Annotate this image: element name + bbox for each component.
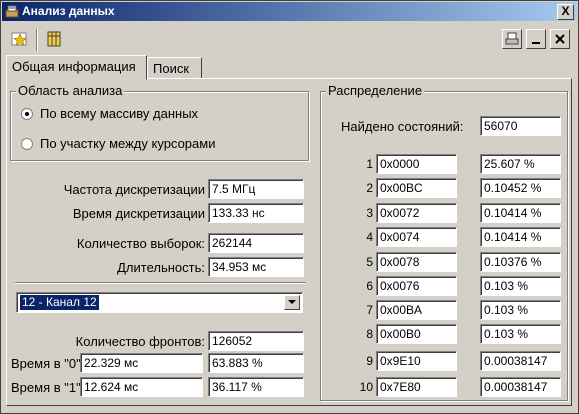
radio-between-cursors[interactable] — [21, 138, 33, 150]
title-bar[interactable]: Анализ данных X — [2, 2, 577, 21]
toolbar-separator — [36, 29, 38, 51]
window-title: Анализ данных — [22, 4, 115, 18]
row-number: 5 — [366, 255, 373, 269]
duration-field[interactable]: 34.953 мс — [208, 257, 304, 277]
row-number: 1 — [366, 157, 373, 171]
star-icon[interactable] — [10, 29, 30, 49]
time1-label: Время в "1": — [11, 380, 85, 395]
row-number: 8 — [366, 327, 373, 341]
percent-field[interactable]: 0.00038147 — [480, 351, 561, 371]
percent-field[interactable]: 25.607 % — [480, 154, 561, 174]
close-icon: X — [561, 4, 570, 18]
app-icon — [5, 5, 19, 18]
state-field[interactable]: 0x00BC — [376, 178, 457, 198]
radio-label: По всему массиву данных — [40, 106, 199, 121]
percent-field[interactable]: 0.00038147 — [480, 377, 561, 397]
sample-count-field[interactable]: 262144 — [208, 233, 304, 253]
row-number: 6 — [366, 279, 373, 293]
state-field[interactable]: 0x7E80 — [376, 377, 457, 397]
minimize-button[interactable] — [526, 29, 546, 49]
printer-icon — [505, 32, 519, 45]
row-number: 4 — [366, 230, 373, 244]
sampling-rate-field[interactable]: 7.5 МГц — [208, 179, 304, 199]
minimize-icon — [532, 42, 540, 44]
percent-field[interactable]: 0.10414 % — [480, 203, 561, 223]
radio-label: По участку между курсорами — [40, 136, 216, 151]
grid-icon[interactable] — [44, 29, 64, 49]
time0-pct-field[interactable]: 63.883 % — [208, 353, 304, 373]
state-field[interactable]: 0x00BA — [376, 300, 457, 320]
percent-field[interactable]: 0.10414 % — [480, 227, 561, 247]
time1-field[interactable]: 12.624 мс — [80, 377, 203, 397]
toolbar — [2, 24, 577, 54]
sampling-time-label: Время дискретизации — [72, 206, 205, 221]
channel-selected-value: 12 - Канал 12 — [20, 295, 99, 310]
row-number: 3 — [366, 206, 373, 220]
time0-label: Время в "0": — [11, 356, 85, 371]
duration-label: Длительность: — [117, 260, 205, 275]
state-field[interactable]: 0x0000 — [376, 154, 457, 174]
state-field[interactable]: 0x0076 — [376, 276, 457, 296]
sampling-rate-label: Частота дискретизации — [63, 182, 205, 197]
percent-field[interactable]: 0.103 % — [480, 276, 561, 296]
group-label: Распределение — [326, 83, 425, 98]
row-number: 10 — [359, 380, 373, 394]
radio-dot — [25, 112, 29, 116]
state-field[interactable]: 0x00B0 — [376, 324, 457, 344]
close-panel-button[interactable] — [550, 29, 570, 49]
radio-whole-array[interactable] — [21, 108, 33, 120]
tab-general-info[interactable]: Общая информация — [6, 55, 147, 80]
state-field[interactable]: 0x0078 — [376, 252, 457, 272]
group-label: Область анализа — [16, 83, 125, 98]
tab-label: Поиск — [153, 61, 190, 76]
time1-pct-field[interactable]: 36.117 % — [208, 377, 304, 397]
sampling-time-field[interactable]: 133.33 нс — [208, 203, 304, 223]
close-icon — [555, 34, 565, 44]
title-close-button[interactable]: X — [557, 4, 574, 20]
state-field[interactable]: 0x9E10 — [376, 351, 457, 371]
percent-field[interactable]: 0.10376 % — [480, 252, 561, 272]
chevron-down-icon — [288, 300, 296, 304]
dropdown-button[interactable] — [284, 295, 300, 310]
state-field[interactable]: 0x0074 — [376, 227, 457, 247]
sample-count-label: Количество выборок: — [76, 236, 205, 251]
row-number: 9 — [366, 354, 373, 368]
tab-label: Общая информация — [12, 59, 136, 74]
separator — [15, 282, 306, 284]
percent-field[interactable]: 0.10452 % — [480, 178, 561, 198]
percent-field[interactable]: 0.103 % — [480, 324, 561, 344]
found-states-label: Найдено состояний: — [341, 119, 464, 134]
fronts-field[interactable]: 126052 — [208, 331, 304, 351]
percent-field[interactable]: 0.103 % — [480, 300, 561, 320]
analysis-window: Анализ данных X Общая информация Поиск О… — [0, 0, 579, 414]
row-number: 2 — [366, 181, 373, 195]
channel-select[interactable]: 12 - Канал 12 — [16, 292, 303, 313]
fronts-label: Количество фронтов: — [75, 334, 205, 349]
row-number: 7 — [366, 303, 373, 317]
found-states-field[interactable]: 56070 — [480, 116, 561, 136]
state-field[interactable]: 0x0072 — [376, 203, 457, 223]
printer-button[interactable] — [502, 29, 522, 49]
time0-field[interactable]: 22.329 мс — [80, 353, 203, 373]
analysis-area-group: Область анализа По всему массиву данных … — [10, 83, 309, 161]
tab-search[interactable]: Поиск — [147, 57, 202, 79]
